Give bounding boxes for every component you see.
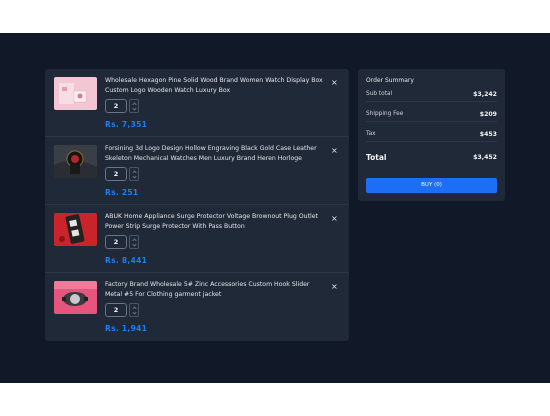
quantity-stepper[interactable]: 2 bbox=[105, 99, 140, 113]
summary-label: Shipping Fee bbox=[366, 111, 404, 117]
item-price: Rs. 7,351 bbox=[105, 120, 148, 129]
chevron-down-icon[interactable] bbox=[132, 174, 137, 179]
summary-row-total: Total $3,452 bbox=[366, 151, 497, 165]
summary-value: $209 bbox=[479, 111, 497, 118]
surge-protector-thumbnail[interactable] bbox=[54, 213, 97, 246]
watch-box-thumbnail[interactable] bbox=[54, 77, 97, 110]
summary-label: Sub total bbox=[366, 91, 393, 97]
summary-value: $453 bbox=[479, 131, 497, 138]
quantity-input[interactable]: 2 bbox=[105, 235, 127, 249]
order-summary-title: Order Summary bbox=[366, 77, 414, 84]
checkout-page: Wholesale Hexagon Pine Solid Wood Brand … bbox=[0, 33, 550, 383]
item-title[interactable]: Forsining 3d Logo Design Hollow Engravin… bbox=[105, 144, 327, 163]
remove-item-close-icon[interactable]: × bbox=[331, 283, 338, 291]
chevron-down-icon[interactable] bbox=[132, 310, 137, 315]
item-price: Rs. 1,941 bbox=[105, 324, 148, 333]
remove-item-close-icon[interactable]: × bbox=[331, 79, 338, 87]
zipper-slider-thumbnail[interactable] bbox=[54, 281, 97, 314]
quantity-stepper[interactable]: 2 bbox=[105, 235, 140, 249]
quantity-spinner[interactable] bbox=[129, 235, 139, 249]
quantity-input[interactable]: 2 bbox=[105, 167, 127, 181]
summary-value: $3,242 bbox=[473, 91, 497, 98]
item-title[interactable]: Wholesale Hexagon Pine Solid Wood Brand … bbox=[105, 76, 327, 95]
summary-row-subtotal: Sub total $3,242 bbox=[366, 88, 497, 102]
remove-item-close-icon[interactable]: × bbox=[331, 147, 338, 155]
item-title[interactable]: ABUK Home Appliance Surge Protector Volt… bbox=[105, 212, 327, 231]
quantity-input[interactable]: 2 bbox=[105, 303, 127, 317]
quantity-spinner[interactable] bbox=[129, 99, 139, 113]
cart-item: ABUK Home Appliance Surge Protector Volt… bbox=[45, 205, 349, 273]
item-price: Rs. 8,441 bbox=[105, 256, 148, 265]
quantity-spinner[interactable] bbox=[129, 167, 139, 181]
summary-value: $3,452 bbox=[473, 154, 497, 161]
summary-row-tax: Tax $453 bbox=[366, 128, 497, 142]
item-price: Rs. 251 bbox=[105, 188, 139, 197]
chevron-down-icon[interactable] bbox=[132, 106, 137, 111]
summary-label: Total bbox=[366, 153, 387, 162]
cart-item: Wholesale Hexagon Pine Solid Wood Brand … bbox=[45, 69, 349, 137]
watch-thumbnail[interactable] bbox=[54, 145, 97, 178]
cart-item: Factory Brand Wholesale 5# Zinc Accessor… bbox=[45, 273, 349, 341]
buy-button[interactable]: BUY (0) bbox=[366, 178, 497, 193]
cart-list: Wholesale Hexagon Pine Solid Wood Brand … bbox=[45, 69, 349, 341]
cart-item: Forsining 3d Logo Design Hollow Engravin… bbox=[45, 137, 349, 205]
item-title[interactable]: Factory Brand Wholesale 5# Zinc Accessor… bbox=[105, 280, 327, 299]
quantity-stepper[interactable]: 2 bbox=[105, 303, 140, 317]
quantity-spinner[interactable] bbox=[129, 303, 139, 317]
chevron-down-icon[interactable] bbox=[132, 242, 137, 247]
quantity-stepper[interactable]: 2 bbox=[105, 167, 140, 181]
quantity-input[interactable]: 2 bbox=[105, 99, 127, 113]
summary-row-shipping: Shipping Fee $209 bbox=[366, 108, 497, 122]
summary-label: Tax bbox=[366, 131, 376, 137]
order-summary-panel: Order Summary Sub total $3,242 Shipping … bbox=[358, 69, 505, 201]
remove-item-close-icon[interactable]: × bbox=[331, 215, 338, 223]
